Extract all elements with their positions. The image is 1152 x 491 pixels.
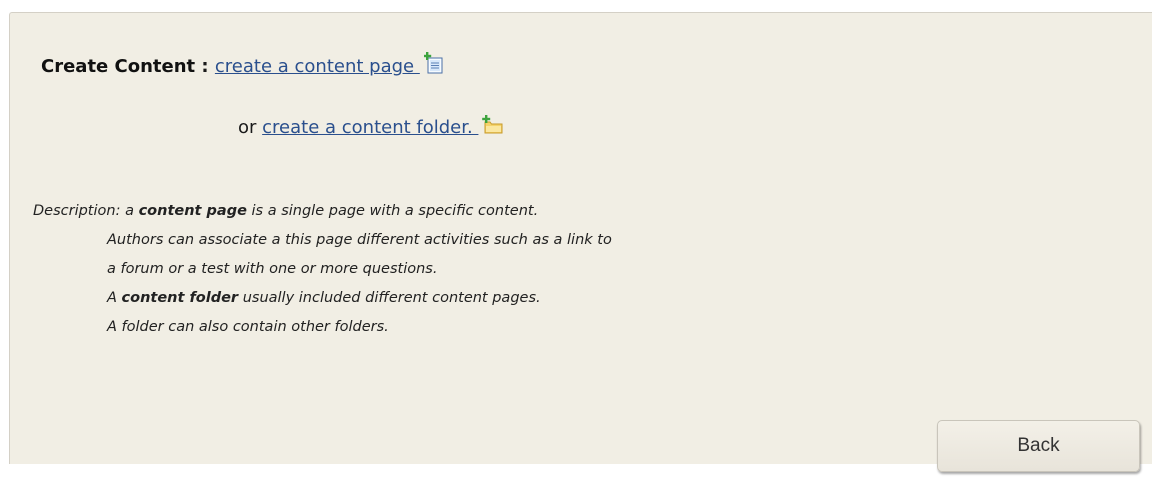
create-page-link[interactable]: create a content page (215, 56, 420, 77)
description-line-5: A folder can also contain other folders. (107, 319, 389, 335)
new-page-icon[interactable] (423, 52, 444, 79)
back-button[interactable]: Back (937, 420, 1140, 472)
new-folder-icon[interactable] (482, 115, 504, 140)
content-folder-term: content folder (121, 290, 239, 306)
description-line-1: Description: a content page is a single … (33, 197, 612, 226)
description-block: Description: a content page is a single … (33, 197, 612, 342)
description-line4-rest: usually included different content pages… (238, 290, 541, 306)
label-separator: : (195, 56, 215, 77)
description-line-3: a forum or a test with one or more quest… (107, 261, 438, 277)
description-line-4: A content folder usually included differ… (33, 284, 612, 313)
content-page-term: content page (138, 203, 247, 219)
create-folder-row: or create a content folder. (238, 115, 504, 140)
or-text: or (238, 117, 263, 138)
description-line4-prefix: A (107, 290, 122, 306)
create-content-row: Create Content : create a content page (41, 52, 444, 79)
description-line1-rest: is a single page with a specific content… (246, 203, 539, 219)
description-prefix: Description: a (33, 203, 139, 219)
create-content-label: Create Content (41, 56, 196, 77)
description-line-2: Authors can associate a this page differ… (107, 232, 612, 248)
create-folder-link[interactable]: create a content folder. (262, 117, 478, 138)
